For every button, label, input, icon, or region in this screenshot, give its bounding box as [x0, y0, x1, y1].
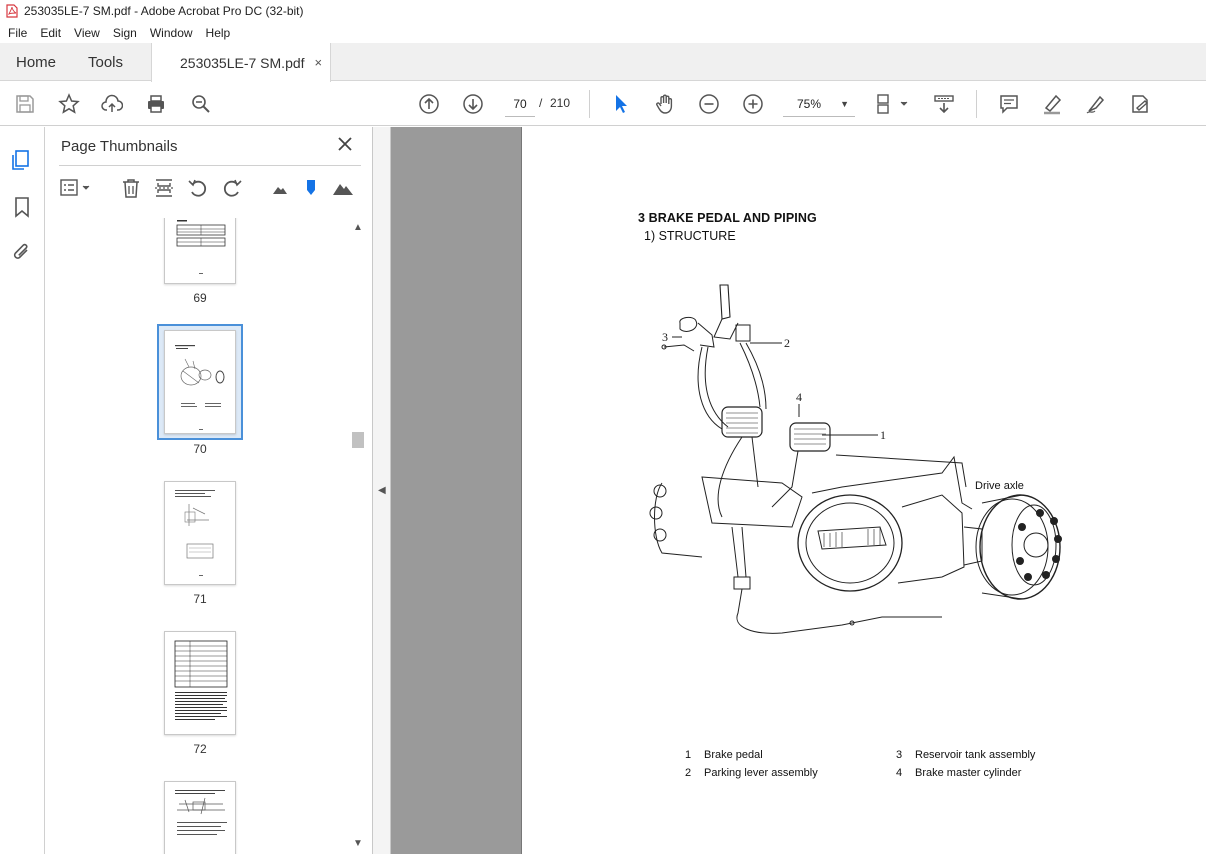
callout-4: 4 — [796, 390, 802, 404]
window-title: 253035LE-7 SM.pdf - Adobe Acrobat Pro DC… — [24, 4, 304, 18]
save-icon[interactable] — [13, 92, 37, 116]
thumbnail-page[interactable] — [164, 631, 236, 735]
next-page-icon[interactable] — [461, 92, 485, 116]
section-heading: 3 BRAKE PEDAL AND PIPING — [638, 211, 817, 225]
zoom-in-icon[interactable] — [741, 92, 765, 116]
menu-edit[interactable]: Edit — [40, 26, 61, 40]
total-pages: 210 — [550, 96, 571, 110]
select-cursor-icon[interactable] — [609, 92, 633, 116]
page-thumbnails-panel: Page Thumbnails 69 70 71 72 ▲ ▼ — [45, 127, 373, 854]
rotate-counterclockwise-icon[interactable] — [187, 177, 211, 201]
chevron-down-icon: ▼ — [840, 99, 849, 109]
close-panel-icon[interactable] — [336, 135, 354, 153]
previous-page-icon[interactable] — [417, 92, 441, 116]
main-toolbar: 70 / 210 75% ▼ — [0, 82, 1206, 126]
current-page-input[interactable]: 70 — [505, 91, 535, 117]
zoom-search-icon[interactable] — [189, 92, 213, 116]
pdf-page: 3 BRAKE PEDAL AND PIPING 1) STRUCTURE 3 … — [521, 127, 1206, 854]
legend-text: Brake master cylinder — [915, 767, 1022, 779]
rotate-clockwise-icon[interactable] — [221, 177, 245, 201]
document-view[interactable]: 3 BRAKE PEDAL AND PIPING 1) STRUCTURE 3 … — [391, 127, 1206, 854]
legend-number: 3 — [896, 749, 903, 761]
toolbar-divider — [976, 90, 977, 118]
thumbnail-page-label: 72 — [193, 742, 207, 756]
menu-window[interactable]: Window — [150, 26, 193, 40]
hand-tool-icon[interactable] — [653, 92, 677, 116]
tab-tools[interactable]: Tools — [88, 43, 123, 81]
tab-document-label: 253035LE-7 SM.pdf — [180, 54, 305, 71]
print-icon[interactable] — [144, 92, 168, 116]
page-69-preview — [176, 220, 226, 274]
scrolling-mode-icon[interactable] — [932, 92, 956, 116]
menu-help[interactable]: Help — [206, 26, 231, 40]
menu-bar: File Edit View Sign Window Help — [0, 22, 1206, 43]
callout-3: 3 — [662, 330, 668, 344]
zoom-out-icon[interactable] — [697, 92, 721, 116]
brake-assembly-illustration: 3 2 4 1 — [649, 284, 1062, 634]
star-bookmark-icon[interactable] — [57, 92, 81, 116]
legend-text: Reservoir tank assembly — [915, 749, 1036, 761]
title-bar: 253035LE-7 SM.pdf - Adobe Acrobat Pro DC… — [0, 0, 1206, 22]
legend-text: Brake pedal — [704, 749, 763, 761]
page-display-icon[interactable] — [875, 92, 909, 116]
menu-view[interactable]: View — [74, 26, 100, 40]
toolbar-divider — [589, 90, 590, 118]
attachments-icon[interactable] — [10, 240, 34, 264]
tab-document[interactable]: 253035LE-7 SM.pdf × — [151, 43, 331, 82]
zoom-level-select[interactable]: 75% ▼ — [783, 91, 855, 117]
page-thumbnails-icon[interactable] — [10, 148, 34, 172]
thumbnail-page[interactable] — [164, 481, 236, 585]
thumbnail-size-slider-icon[interactable] — [300, 177, 324, 201]
thumbnail-list[interactable]: 69 70 71 72 — [59, 218, 349, 854]
highlight-pen-icon[interactable] — [1040, 92, 1064, 116]
page-71-preview — [175, 490, 215, 576]
comment-icon[interactable] — [997, 92, 1021, 116]
thumbnail-page-selected[interactable] — [164, 330, 236, 434]
thumbnail-options-icon[interactable] — [59, 177, 95, 201]
tab-home[interactable]: Home — [16, 43, 56, 81]
thumbnail-page[interactable] — [164, 218, 236, 284]
tab-bar: Home Tools 253035LE-7 SM.pdf × — [0, 43, 1206, 82]
bookmarks-icon[interactable] — [10, 195, 34, 219]
menu-sign[interactable]: Sign — [113, 26, 137, 40]
thumbnail-page-label: 69 — [193, 291, 207, 305]
thumbnail-size-small-icon[interactable] — [269, 177, 293, 201]
collapse-panel-icon[interactable]: ◀ — [378, 485, 386, 496]
thumbnail-scrollbar[interactable]: ▲ ▼ — [351, 218, 365, 854]
fill-sign-icon[interactable] — [1128, 92, 1152, 116]
delete-pages-icon[interactable] — [120, 177, 144, 201]
scroll-up-icon[interactable]: ▲ — [353, 222, 363, 233]
callout-2: 2 — [784, 336, 790, 350]
zoom-level-value: 75% — [797, 97, 822, 111]
thumbnail-page-label: 70 — [193, 442, 207, 456]
page-72-preview — [174, 640, 228, 720]
panel-title: Page Thumbnails — [61, 138, 178, 155]
thumbnail-size-large-icon[interactable] — [332, 177, 356, 201]
legend-number: 1 — [685, 749, 692, 761]
legend-number: 4 — [896, 767, 903, 779]
scrollbar-thumb[interactable] — [352, 432, 364, 448]
drive-axle-label: Drive axle — [975, 480, 1024, 492]
navigation-rail — [0, 127, 45, 854]
close-tab-icon[interactable]: × — [315, 55, 323, 70]
page-73-preview — [175, 790, 227, 835]
extract-pages-icon[interactable] — [153, 177, 177, 201]
thumbnail-page[interactable] — [164, 781, 236, 854]
scroll-down-icon[interactable]: ▼ — [353, 838, 363, 849]
callout-1: 1 — [880, 428, 886, 442]
panel-divider — [59, 165, 361, 166]
draw-sign-icon[interactable] — [1084, 92, 1108, 116]
cloud-upload-icon[interactable] — [100, 92, 124, 116]
acrobat-pdf-icon — [6, 4, 18, 18]
legend-number: 2 — [685, 767, 692, 779]
panel-splitter[interactable]: ◀ — [373, 127, 391, 854]
page-separator: / — [539, 96, 543, 110]
menu-file[interactable]: File — [8, 26, 27, 40]
thumbnail-page-label: 71 — [193, 592, 207, 606]
section-subheading: 1) STRUCTURE — [644, 229, 736, 243]
legend-text: Parking lever assembly — [704, 767, 818, 779]
page-70-preview — [175, 345, 225, 430]
